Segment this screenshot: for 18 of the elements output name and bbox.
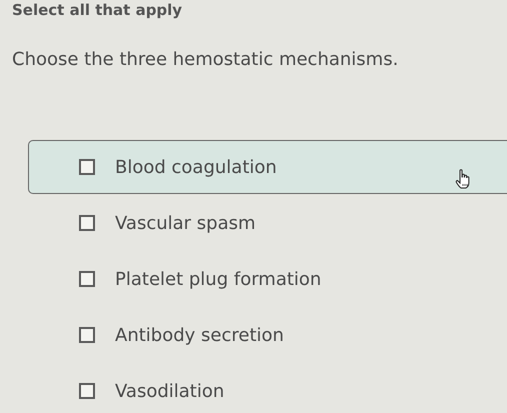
checkbox[interactable] <box>79 271 95 287</box>
checkbox[interactable] <box>79 327 95 343</box>
hand-pointer-icon <box>455 169 471 189</box>
question-text: Choose the three hemostatic mechanisms. <box>12 49 400 70</box>
answer-option[interactable]: Vasodilation <box>28 364 507 413</box>
checkbox[interactable] <box>79 159 95 175</box>
answer-option[interactable]: Blood coagulation <box>28 140 507 194</box>
instruction-text: Select all that apply <box>12 1 182 19</box>
checkbox[interactable] <box>79 215 95 231</box>
answer-option[interactable]: Vascular spasm <box>28 196 507 250</box>
option-label: Vasodilation <box>115 380 224 402</box>
option-label: Vascular spasm <box>115 212 256 234</box>
answer-option[interactable]: Platelet plug formation <box>28 252 507 306</box>
answer-option[interactable]: Antibody secretion <box>28 308 507 362</box>
option-label: Platelet plug formation <box>115 268 322 290</box>
option-label: Antibody secretion <box>115 324 284 346</box>
checkbox[interactable] <box>79 383 95 399</box>
option-label: Blood coagulation <box>115 156 277 178</box>
